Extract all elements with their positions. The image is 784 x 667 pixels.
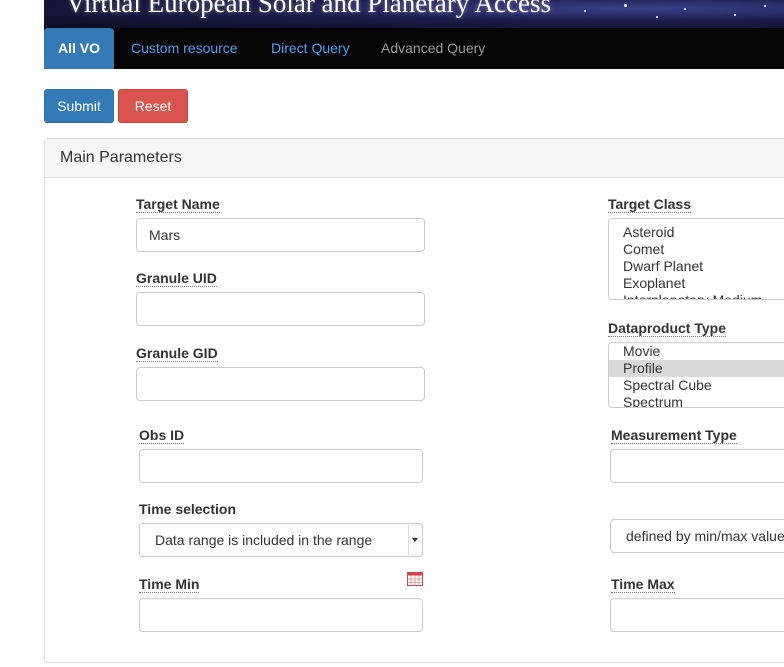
query-tabs: All VO Custom resource Direct Query Adva… xyxy=(44,28,784,69)
time-selection-value: Data range is included in the range xyxy=(155,532,373,548)
chevron-down-icon xyxy=(408,525,421,555)
obs-id-input[interactable] xyxy=(139,449,423,483)
target-name-input[interactable]: Mars xyxy=(136,218,425,252)
banner-title: Virtual European Solar and Planetary Acc… xyxy=(66,0,551,18)
spectral-range-mode-select[interactable]: defined by min/max values xyxy=(610,519,784,553)
granule-uid-label: Granule UID xyxy=(136,270,217,287)
panel-title: Main Parameters xyxy=(60,149,182,166)
calendar-icon[interactable] xyxy=(407,572,423,586)
reset-button[interactable]: Reset xyxy=(118,89,188,123)
measurement-type-label: Measurement Type xyxy=(611,427,737,444)
time-max-input[interactable] xyxy=(610,598,784,632)
dataproduct-type-option[interactable]: Movie xyxy=(609,343,784,360)
tab-advanced-query[interactable]: Advanced Query xyxy=(381,28,485,69)
target-class-option[interactable]: Asteroid xyxy=(609,224,784,241)
obs-id-label: Obs ID xyxy=(139,427,185,444)
target-class-option[interactable]: Dwarf Planet xyxy=(609,258,784,275)
tab-all-vo[interactable]: All VO xyxy=(44,28,115,69)
tab-direct-query[interactable]: Direct Query xyxy=(271,28,350,69)
dataproduct-type-option[interactable]: Spectrum xyxy=(609,394,784,407)
submit-button[interactable]: Submit xyxy=(44,89,114,123)
target-class-listbox[interactable]: Asteroid Comet Dwarf Planet Exoplanet In… xyxy=(608,218,784,300)
target-class-option[interactable]: Exoplanet xyxy=(609,275,784,292)
time-selection-label: Time selection xyxy=(139,501,237,517)
dataproduct-type-option[interactable]: Spectral Cube xyxy=(609,377,784,394)
target-name-label: Target Name xyxy=(136,196,220,213)
granule-gid-input[interactable] xyxy=(136,367,425,401)
dataproduct-type-label: Dataproduct Type xyxy=(608,320,726,337)
granule-uid-input[interactable] xyxy=(136,292,425,326)
spectral-range-mode-value: defined by min/max values xyxy=(626,528,784,544)
time-min-input[interactable] xyxy=(139,598,423,632)
target-class-option[interactable]: Interplanetary Medium xyxy=(609,292,784,299)
dataproduct-type-listbox[interactable]: Movie Profile Spectral Cube Spectrum xyxy=(608,342,784,408)
granule-gid-label: Granule GID xyxy=(136,345,218,362)
target-class-label: Target Class xyxy=(608,196,691,213)
time-min-label: Time Min xyxy=(139,576,200,593)
dataproduct-type-option-selected[interactable]: Profile xyxy=(609,360,784,377)
target-class-option[interactable]: Comet xyxy=(609,241,784,258)
panel-heading: Main Parameters xyxy=(45,139,784,178)
tab-custom-resource[interactable]: Custom resource xyxy=(131,28,238,69)
time-max-label: Time Max xyxy=(611,576,675,593)
site-banner: Virtual European Solar and Planetary Acc… xyxy=(44,0,784,28)
time-selection-select[interactable]: Data range is included in the range xyxy=(139,523,423,557)
measurement-type-input[interactable] xyxy=(610,449,784,483)
